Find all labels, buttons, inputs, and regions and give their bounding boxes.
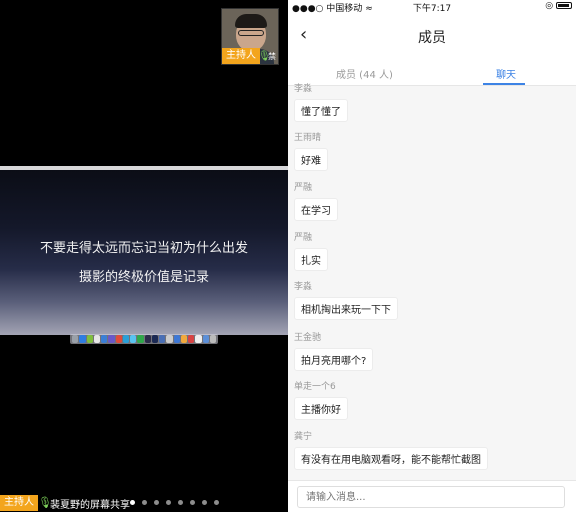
tab-chat[interactable]: 聊天 <box>496 66 516 81</box>
message-input-bar <box>288 480 576 512</box>
battery-icon <box>556 2 572 9</box>
chat-message: 单走一个6 主播你好 <box>294 381 348 420</box>
page-dot[interactable] <box>166 500 171 505</box>
dock-app-icon <box>137 335 144 343</box>
dock-app-icon <box>122 335 129 343</box>
message-bubble: 在学习 <box>294 198 338 221</box>
message-sender: 龚宁 <box>294 432 313 442</box>
dock-app-icon <box>159 335 166 343</box>
page-dot[interactable] <box>178 500 183 505</box>
dock-app-icon <box>180 335 187 343</box>
dock-app-icon <box>151 335 158 343</box>
screen-share-panel: 主持人 🎙 禁 不要走得太远而忘记当初为什么出发 摄影的终极价值是记录 主持人 … <box>0 0 288 512</box>
host-avatar-hair <box>235 14 267 28</box>
page-dot[interactable] <box>214 500 219 505</box>
screen-share-label: 裴夏野的屏幕共享 <box>50 500 130 511</box>
dock-app-icon <box>188 335 195 343</box>
chat-message: 严融 在学习 <box>294 182 338 221</box>
dock-app-icon <box>115 335 122 343</box>
page-indicator[interactable] <box>130 500 219 505</box>
nav-bar: ‹ 成员 <box>288 14 576 58</box>
dock-app-icon <box>79 335 86 343</box>
page-title: 成员 <box>418 30 446 46</box>
message-bubble: 扎实 <box>294 248 328 271</box>
app-root: 主持人 🎙 禁 不要走得太远而忘记当初为什么出发 摄影的终极价值是记录 主持人 … <box>0 0 576 512</box>
message-bubble: 相机掏出来玩一下下 <box>294 297 398 320</box>
message-bubble: 好难 <box>294 148 328 171</box>
message-sender: 王雨晴 <box>294 133 322 143</box>
dock-app-icon <box>86 335 93 343</box>
dock-app-icon <box>202 335 209 343</box>
page-dot[interactable] <box>130 500 135 505</box>
message-sender: 李淼 <box>294 84 313 94</box>
message-sender: 严融 <box>294 183 313 193</box>
slide-text-line1: 不要走得太远而忘记当初为什么出发 <box>39 241 248 256</box>
share-info-bar: 主持人 🎙 裴夏野的屏幕共享 <box>0 493 288 512</box>
message-bubble: 有没有在用电脑观看呀，能不能帮忙截图 <box>294 447 488 470</box>
message-sender: 李淼 <box>294 282 313 292</box>
message-bubble: 懂了懂了 <box>294 99 348 122</box>
chat-message: 李淼 相机掏出来玩一下下 <box>294 281 398 320</box>
host-role-badge: 主持人 <box>0 495 38 511</box>
page-dot[interactable] <box>202 500 207 505</box>
chat-message-list[interactable]: 李淼 懂了懂了 王雨晴 好难 严融 在学习 严融 扎实 李淼 相机掏出来玩一下下… <box>288 83 576 480</box>
tab-bar: 成员 (44 人) 聊天 <box>288 58 576 86</box>
desktop-dock <box>70 334 218 344</box>
chat-panel: ●●●○ 中国移动 ≈ 下午7:17 ◎ ‹ 成员 成员 (44 人) 聊天 李… <box>288 0 576 512</box>
tab-members[interactable]: 成员 (44 人) <box>336 66 393 81</box>
chat-message: 龚宁 有没有在用电脑观看呀，能不能帮忙截图 <box>294 431 488 470</box>
status-bar: ●●●○ 中国移动 ≈ 下午7:17 ◎ <box>288 0 576 14</box>
chat-message: 严融 扎实 <box>294 232 328 271</box>
host-video-thumbnail[interactable]: 主持人 🎙 禁 <box>221 8 279 65</box>
chat-message: 王雨晴 好难 <box>294 132 328 171</box>
message-bubble: 主播你好 <box>294 397 348 420</box>
dock-app-icon <box>144 335 151 343</box>
host-role-badge: 主持人 <box>222 48 260 64</box>
host-mute-label: 禁 <box>268 52 276 61</box>
dock-app-icon <box>93 335 100 343</box>
status-time: 下午7:17 <box>412 4 452 14</box>
active-tab-indicator <box>483 83 525 85</box>
message-sender: 王金驰 <box>294 333 322 343</box>
shared-screen: 不要走得太远而忘记当初为什么出发 摄影的终极价值是记录 <box>0 166 288 346</box>
message-bubble: 拍月亮用哪个? <box>294 348 374 371</box>
message-input[interactable] <box>297 486 565 508</box>
message-sender: 单走一个6 <box>294 382 336 392</box>
dock-app-icon <box>108 335 115 343</box>
dock-trash-icon <box>209 335 216 343</box>
desktop-wallpaper: 不要走得太远而忘记当初为什么出发 摄影的终极价值是记录 <box>0 170 288 335</box>
dock-finder-icon <box>72 335 79 343</box>
page-dot[interactable] <box>190 500 195 505</box>
chat-message: 李淼 懂了懂了 <box>294 83 348 122</box>
dock-app-icon <box>166 335 173 343</box>
dock-app-icon <box>101 335 108 343</box>
page-dot[interactable] <box>154 500 159 505</box>
rotation-lock-icon: ◎ <box>545 1 554 11</box>
chat-message: 王金驰 拍月亮用哪个? <box>294 332 374 371</box>
dock-app-icon <box>173 335 180 343</box>
battery-area: ◎ <box>545 1 572 11</box>
message-sender: 严融 <box>294 233 313 243</box>
dock-app-icon <box>130 335 137 343</box>
host-avatar-glasses <box>238 30 264 36</box>
page-dot[interactable] <box>142 500 147 505</box>
slide-text-line2: 摄影的终极价值是记录 <box>78 270 209 285</box>
dock-app-icon <box>195 335 202 343</box>
